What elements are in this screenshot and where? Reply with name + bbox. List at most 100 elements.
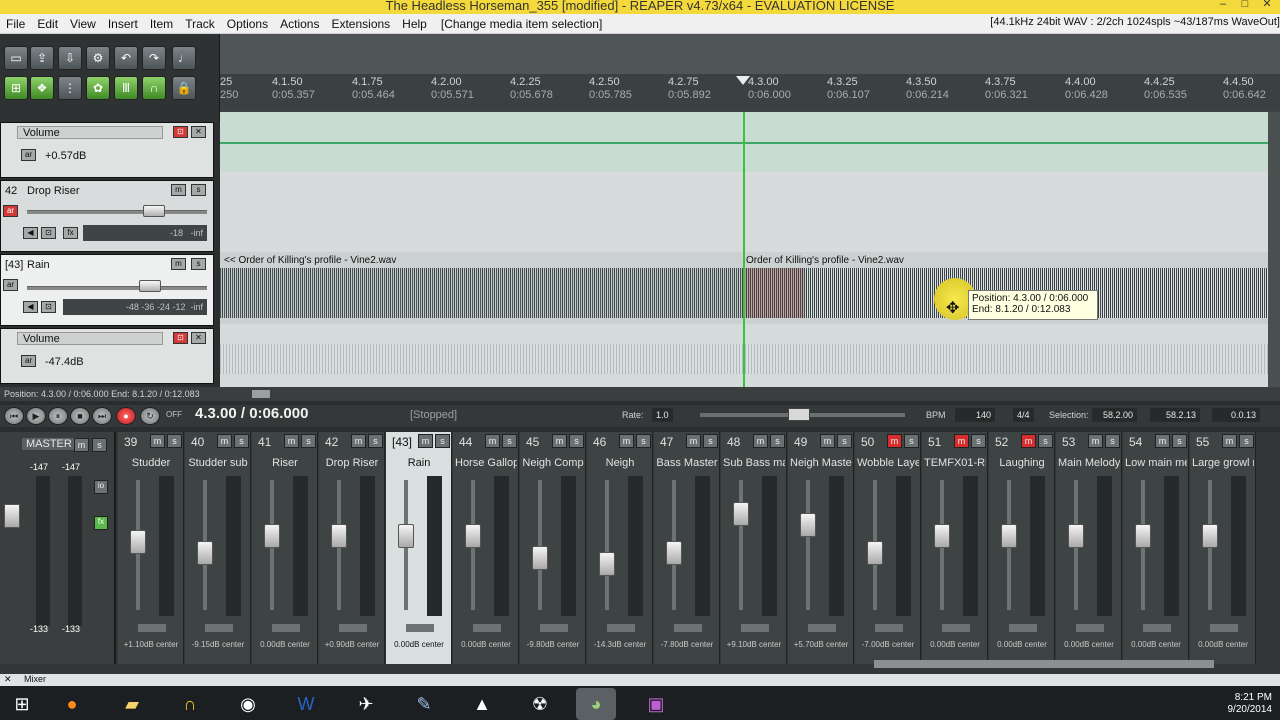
strip-fader-knob[interactable] xyxy=(1202,524,1218,548)
strip-solo-button[interactable]: s xyxy=(167,434,182,448)
volume-fader-knob[interactable] xyxy=(143,205,165,217)
strip-solo-button[interactable]: s xyxy=(1239,434,1254,448)
mixer-strip[interactable]: 52 m s Laughing 0.00dB center xyxy=(989,432,1055,664)
phase-button[interactable]: ◀ xyxy=(23,301,38,313)
record-arm-button[interactable]: ar xyxy=(3,205,18,217)
menu-view[interactable]: View xyxy=(64,17,102,31)
strip-fader-knob[interactable] xyxy=(1001,524,1017,548)
strip-name[interactable]: TEMFX01-Ri: xyxy=(924,457,986,469)
horizontal-scroll-thumb[interactable] xyxy=(252,390,270,398)
close-button[interactable]: ✕ xyxy=(1256,0,1278,12)
strip-mute-button[interactable]: m xyxy=(686,434,701,448)
play-icon[interactable]: ▶ xyxy=(26,407,46,425)
strip-solo-button[interactable]: s xyxy=(837,434,852,448)
strip-solo-button[interactable]: s xyxy=(703,434,718,448)
firefox-icon[interactable]: ● xyxy=(52,688,92,720)
strip-fader-track[interactable] xyxy=(538,480,542,610)
strip-mute-button[interactable]: m xyxy=(753,434,768,448)
strip-pan-slider[interactable] xyxy=(339,624,367,632)
stop-icon[interactable]: ■ xyxy=(70,407,90,425)
strip-fader-knob[interactable] xyxy=(800,513,816,537)
mute-button[interactable]: m xyxy=(171,184,186,196)
game-icon[interactable]: ☢ xyxy=(520,688,560,720)
strip-fader-knob[interactable] xyxy=(264,524,280,548)
master-solo-button[interactable]: s xyxy=(92,438,107,452)
record-arm-button[interactable]: ar xyxy=(3,279,18,291)
save-project-icon[interactable]: ⇩ xyxy=(58,46,82,70)
strip-fader-knob[interactable] xyxy=(465,524,481,548)
strip-name[interactable]: Wobble Laye xyxy=(857,457,919,469)
strip-mute-button[interactable]: m xyxy=(418,434,433,448)
menu-options[interactable]: Options xyxy=(221,17,274,31)
master-io-button[interactable]: io xyxy=(94,480,108,494)
redo-icon[interactable]: ↷ xyxy=(142,46,166,70)
mixer-strip[interactable]: 45 m s Neigh Comp -9.80dB center xyxy=(520,432,586,664)
mixer-dock-tab[interactable]: ✕ Mixer xyxy=(0,674,1280,686)
mixer-strip[interactable]: [43] m s Rain 0.00dB center xyxy=(386,432,452,664)
envelope-ar-button[interactable]: ar xyxy=(21,149,36,161)
strip-mute-button[interactable]: m xyxy=(954,434,969,448)
mixer-strip[interactable]: 54 m s Low main mel 0.00dB center xyxy=(1123,432,1189,664)
start-icon[interactable]: ⊞ xyxy=(2,688,42,720)
playhead-marker-icon[interactable] xyxy=(736,76,750,85)
strip-fader-knob[interactable] xyxy=(666,540,682,565)
strip-pan-slider[interactable] xyxy=(205,624,233,632)
system-clock[interactable]: 8:21 PM 9/20/2014 xyxy=(1228,692,1273,716)
io-button[interactable]: ⊡ xyxy=(41,227,56,239)
volume-fader[interactable] xyxy=(27,286,207,290)
strip-solo-button[interactable]: s xyxy=(971,434,986,448)
strip-mute-button[interactable]: m xyxy=(1021,434,1036,448)
strip-pan-slider[interactable] xyxy=(1009,624,1037,632)
mixer-strip[interactable]: 53 m s Main Melody 0.00dB center xyxy=(1056,432,1122,664)
strip-mute-button[interactable]: m xyxy=(1088,434,1103,448)
rate-slider-knob[interactable] xyxy=(788,408,810,421)
item-fade-region[interactable] xyxy=(744,268,804,318)
strip-pan-slider[interactable] xyxy=(808,624,836,632)
strip-fader-knob[interactable] xyxy=(197,540,213,565)
headphones-icon[interactable]: ∩ xyxy=(170,688,210,720)
track-name[interactable]: Drop Riser xyxy=(27,185,80,197)
plane-icon[interactable]: ✈ xyxy=(346,688,386,720)
menu-item[interactable]: Item xyxy=(144,17,179,31)
strip-solo-button[interactable]: s xyxy=(636,434,651,448)
go-to-start-icon[interactable]: ⏮ xyxy=(4,407,24,425)
strip-fader-knob[interactable] xyxy=(599,551,615,576)
selection-end[interactable]: 58.2.13 xyxy=(1150,408,1200,422)
repeat-icon[interactable]: ↻ xyxy=(140,407,160,425)
strip-pan-slider[interactable] xyxy=(1210,624,1238,632)
lock-icon[interactable]: 🔒 xyxy=(172,76,196,100)
strip-mute-button[interactable]: m xyxy=(217,434,232,448)
mixer-strip[interactable]: 50 m s Wobble Laye -7.00dB center xyxy=(855,432,921,664)
strip-mute-button[interactable]: m xyxy=(1222,434,1237,448)
mixer-strip[interactable]: 48 m s Sub Bass mai +9.10dB center xyxy=(721,432,787,664)
strip-name[interactable]: Neigh Master xyxy=(790,457,852,469)
strip-solo-button[interactable]: s xyxy=(770,434,785,448)
group-icon[interactable]: ✿ xyxy=(86,76,110,100)
record-icon[interactable]: ● xyxy=(116,407,136,425)
mixer-strip[interactable]: 39 m s Studder +1.10dB center xyxy=(118,432,184,664)
strip-mute-button[interactable]: m xyxy=(485,434,500,448)
strip-pan-slider[interactable] xyxy=(138,624,166,632)
strip-pan-slider[interactable] xyxy=(875,624,903,632)
strip-fader-knob[interactable] xyxy=(733,502,749,526)
mixer-strip[interactable]: 44 m s Horse Gallop 0.00dB center xyxy=(453,432,519,664)
strip-name[interactable]: Main Melody xyxy=(1058,457,1120,469)
strip-solo-button[interactable]: s xyxy=(234,434,249,448)
strip-fader-track[interactable] xyxy=(605,480,609,610)
maximize-button[interactable]: □ xyxy=(1234,0,1256,12)
grid-snap-icon[interactable]: ⊞ xyxy=(4,76,28,100)
track-name[interactable]: Rain xyxy=(27,259,50,271)
folder-icon[interactable]: ▰ xyxy=(112,688,152,720)
menu-extensions[interactable]: Extensions xyxy=(325,17,396,31)
master-mute-button[interactable]: m xyxy=(74,438,89,452)
timeline-ruler[interactable]: 25 250 4.1.50 0:05.357 4.1.75 0:05.464 4.2.… xyxy=(220,34,1280,112)
mixer-strip[interactable]: 49 m s Neigh Master +5.70dB center xyxy=(788,432,854,664)
selection-length[interactable]: 0.0.13 xyxy=(1212,408,1260,422)
dock-close-icon[interactable]: ✕ xyxy=(4,674,12,685)
strip-name[interactable]: Horse Gallop xyxy=(455,457,517,469)
word-icon[interactable]: W xyxy=(286,688,326,720)
strip-solo-button[interactable]: s xyxy=(502,434,517,448)
strip-mute-button[interactable]: m xyxy=(150,434,165,448)
strip-name[interactable]: Studder xyxy=(120,457,182,469)
mixer-strip[interactable]: 40 m s Studder sub -9.15dB center xyxy=(185,432,251,664)
